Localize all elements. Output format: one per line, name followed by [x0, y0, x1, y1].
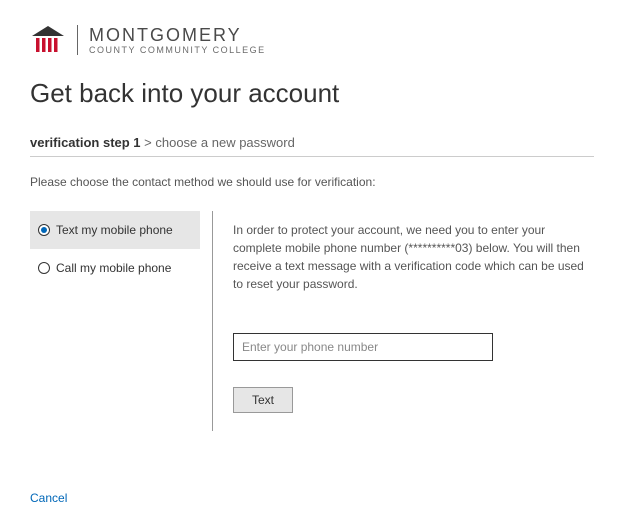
- step-current: verification step 1: [30, 135, 141, 150]
- breadcrumb: verification step 1 > choose a new passw…: [30, 135, 594, 157]
- logo-divider: [77, 25, 78, 55]
- radio-icon: [38, 262, 50, 274]
- option-text-phone[interactable]: Text my mobile phone: [30, 211, 200, 249]
- radio-icon: [38, 224, 50, 236]
- logo-icon: [30, 24, 66, 56]
- logo-text-bottom: COUNTY COMMUNITY COLLEGE: [89, 46, 266, 55]
- text-button[interactable]: Text: [233, 387, 293, 413]
- verification-options: Text my mobile phone Call my mobile phon…: [30, 211, 200, 431]
- option-label: Call my mobile phone: [56, 261, 171, 275]
- column-divider: [212, 211, 213, 431]
- phone-input[interactable]: [233, 333, 493, 361]
- logo: MONTGOMERY COUNTY COMMUNITY COLLEGE: [30, 24, 594, 56]
- logo-text-top: MONTGOMERY: [89, 26, 266, 44]
- verification-prompt: Please choose the contact method we shou…: [30, 175, 594, 189]
- step-next: > choose a new password: [141, 135, 295, 150]
- instructions-text: In order to protect your account, we nee…: [233, 221, 594, 293]
- option-call-phone[interactable]: Call my mobile phone: [30, 249, 200, 287]
- page-title: Get back into your account: [30, 78, 594, 109]
- option-label: Text my mobile phone: [56, 223, 173, 237]
- logo-text: MONTGOMERY COUNTY COMMUNITY COLLEGE: [89, 26, 266, 55]
